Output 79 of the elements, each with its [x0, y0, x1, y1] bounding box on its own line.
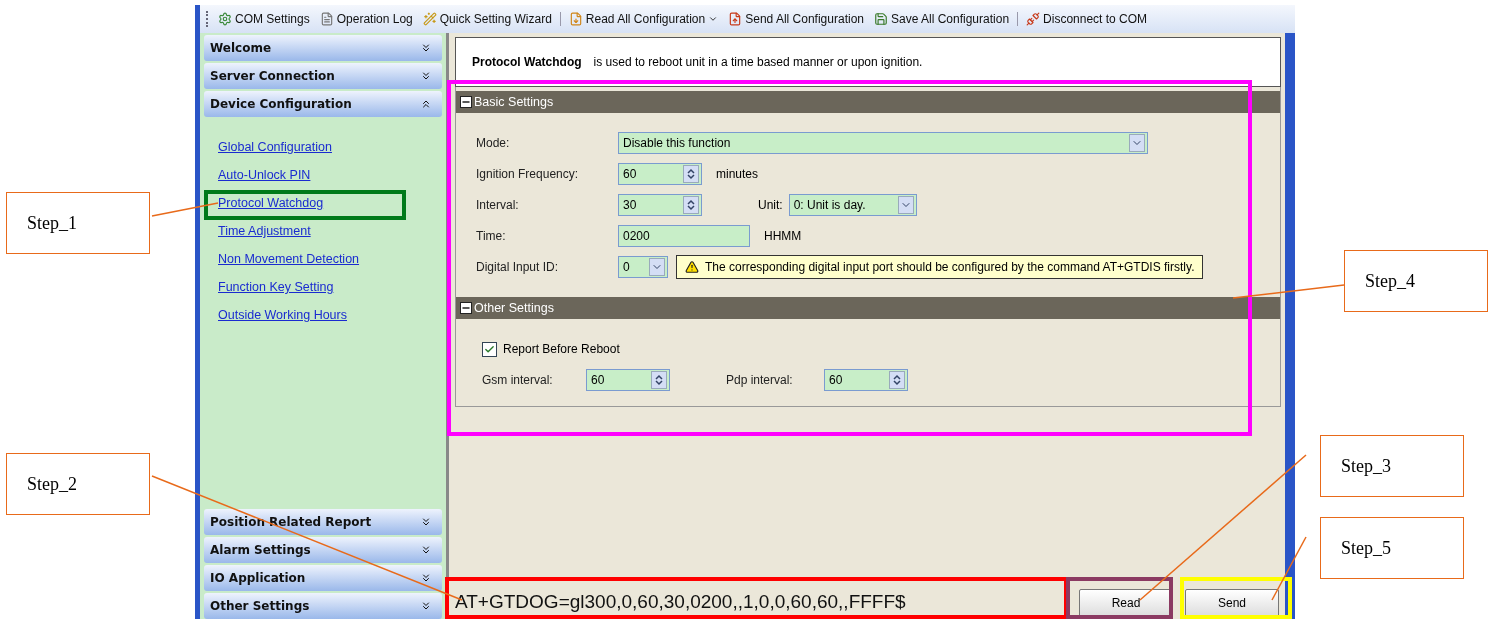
number-field[interactable]: 30	[618, 194, 702, 216]
unit-text: minutes	[716, 167, 759, 181]
toolbar-button[interactable]: Send All Configuration	[726, 12, 866, 26]
unit-select[interactable]: 0: Unit is day.	[788, 194, 917, 216]
step-callout: Step_5	[1320, 517, 1464, 579]
command-field[interactable]: AT+GTDOG=gl300,0,60,30,0200,,1,0,0,60,60,,FFFF$	[453, 587, 1067, 617]
description-text: is used to reboot unit in a time based manner or upon ignition.	[593, 55, 923, 69]
mode-select[interactable]: Disable this function	[618, 132, 1148, 154]
sidebar-section[interactable]: Position Related Report	[204, 509, 442, 535]
toolbar-button[interactable]: Quick Setting Wizard	[420, 12, 561, 26]
collapse-icon	[420, 98, 432, 110]
step-callout: Step_2	[6, 453, 150, 515]
section-bar[interactable]: Other Settings	[456, 297, 1280, 319]
document-arrow-icon	[568, 12, 583, 26]
field-label: Gsm interval:	[482, 373, 554, 387]
checkbox-label: Report Before Reboot	[503, 342, 620, 356]
number-field[interactable]: 60	[618, 163, 702, 185]
toolbar-button[interactable]: Save All Configuration	[872, 12, 1019, 26]
field-label: Ignition Frequency:	[476, 167, 580, 181]
sidebar-section[interactable]: IO Application	[204, 565, 442, 591]
field-label: Mode:	[476, 136, 511, 150]
sidebar-link[interactable]: Global Configuration	[218, 140, 332, 154]
toolbar-button[interactable]: Read All Configuration	[566, 12, 721, 26]
gear-icon	[218, 12, 232, 26]
collapse-icon[interactable]	[460, 96, 472, 108]
sidebar-section[interactable]: Alarm Settings	[204, 537, 442, 563]
document-arrow-icon	[728, 12, 743, 26]
step-callout: Step_4	[1344, 250, 1488, 312]
sidebar-link[interactable]: Auto-Unlock PIN	[218, 168, 311, 182]
sidebar-link[interactable]: Function Key Setting	[218, 280, 334, 294]
expand-icon	[420, 600, 432, 612]
toolbar-button[interactable]: COM Settings	[216, 12, 312, 26]
field-label: Unit:	[758, 198, 783, 212]
field-label: Pdp interval:	[726, 373, 794, 387]
leader-line	[151, 202, 219, 217]
field-label: Digital Input ID:	[476, 260, 560, 274]
sidebar-link[interactable]: Time Adjustment	[218, 224, 311, 238]
step-callout: Step_3	[1320, 435, 1464, 497]
send-button[interactable]: Send	[1185, 589, 1279, 617]
number-field[interactable]: 60	[586, 369, 670, 391]
sidebar-section[interactable]: Server Connection	[204, 63, 442, 89]
field-label: Interval:	[476, 198, 520, 212]
sidebar-section[interactable]: Other Settings	[204, 593, 442, 619]
plug-icon	[1026, 12, 1041, 26]
expand-icon	[420, 42, 432, 54]
field-label: Time:	[476, 229, 507, 243]
collapse-icon[interactable]	[460, 302, 472, 314]
expand-icon	[420, 572, 432, 584]
spinner-icon[interactable]	[683, 165, 699, 183]
spinner-icon[interactable]	[683, 196, 699, 214]
sidebar-link[interactable]: Outside Working Hours	[218, 308, 347, 322]
hint-text: The corresponding digital input port should be configured by the command AT+GTDIS firstly.	[705, 260, 1195, 274]
document-icon	[319, 12, 334, 26]
section-title: Other Settings	[474, 301, 554, 315]
save-icon	[874, 12, 888, 26]
checkbox[interactable]	[482, 341, 497, 357]
time-field[interactable]: 0200	[618, 225, 750, 247]
page-title: Protocol Watchdog	[472, 55, 582, 69]
caret-icon	[708, 14, 719, 24]
toolbar-button[interactable]: Operation Log	[317, 12, 415, 26]
sidebar-section[interactable]: Welcome	[204, 35, 442, 61]
expand-icon	[420, 544, 432, 556]
sidebar-link[interactable]: Non Movement Detection	[218, 252, 360, 266]
warning-icon	[685, 260, 699, 274]
expand-icon	[420, 70, 432, 82]
unit-text: HHMM	[764, 229, 802, 243]
section-bar[interactable]: Basic Settings	[456, 91, 1280, 113]
number-field[interactable]: 60	[824, 369, 908, 391]
spinner-icon[interactable]	[889, 371, 905, 389]
toolbar-button[interactable]: Disconnect to COM	[1024, 12, 1150, 26]
check-icon	[484, 343, 495, 355]
section-title: Basic Settings	[474, 95, 554, 109]
wand-icon	[422, 12, 437, 26]
sidebar-section[interactable]: Device Configuration	[204, 91, 442, 117]
input-select[interactable]: 0	[618, 256, 668, 278]
spinner-icon[interactable]	[651, 371, 667, 389]
step-callout: Step_1	[6, 192, 150, 254]
sidebar-link[interactable]: Protocol Watchdog	[218, 196, 324, 210]
expand-icon	[420, 516, 432, 528]
